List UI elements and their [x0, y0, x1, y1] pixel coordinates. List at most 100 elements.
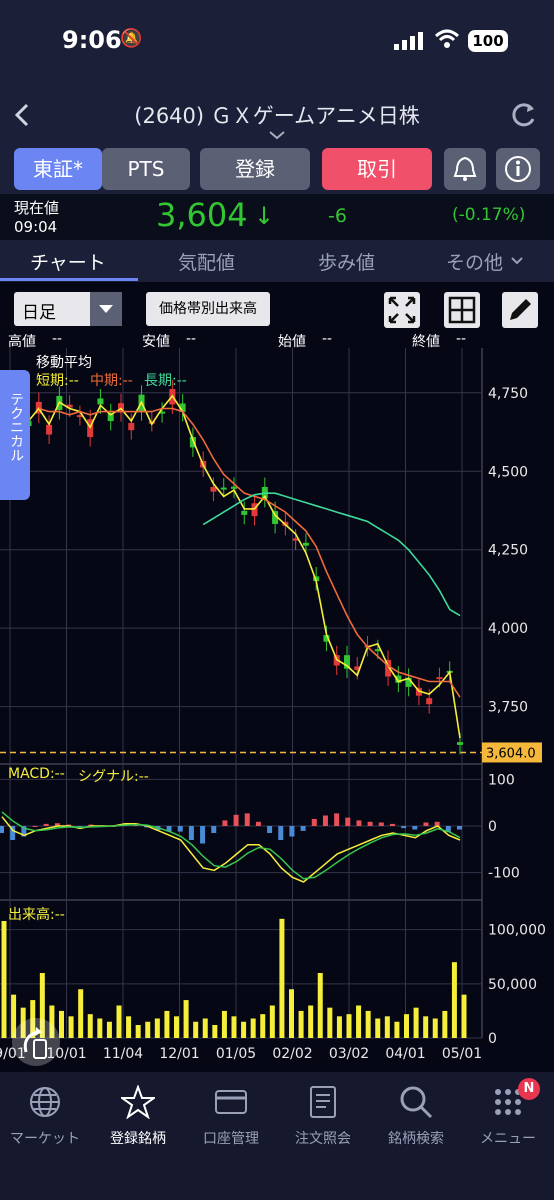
- search-icon[interactable]: [366, 1085, 466, 1127]
- pencil-icon: [510, 299, 531, 320]
- tab-quotes[interactable]: 気配値: [178, 248, 235, 275]
- volume-bar: [78, 989, 84, 1038]
- volume-bar: [356, 1005, 362, 1038]
- volume-bar: [451, 962, 457, 1038]
- tse-button[interactable]: 東証*: [14, 148, 102, 190]
- tab-trades[interactable]: 歩み値: [318, 248, 375, 275]
- macd-histogram-bar: [367, 821, 373, 826]
- x-tick-label: 05/01: [442, 1046, 482, 1062]
- macd-histogram-bar: [188, 826, 194, 840]
- ma-short-legend: 短期:--: [36, 373, 79, 389]
- rotate-button[interactable]: [12, 1018, 60, 1066]
- battery-indicator: 100: [468, 30, 508, 52]
- nav-market[interactable]: マーケット: [0, 1128, 95, 1148]
- price-change: -6: [328, 205, 347, 227]
- pts-button[interactable]: PTS: [102, 148, 190, 190]
- bell-icon: [453, 156, 477, 181]
- info-button[interactable]: [496, 148, 540, 190]
- macd-histogram-bar: [244, 813, 250, 826]
- volume-bar: [241, 1021, 247, 1038]
- macd-histogram-bar: [43, 823, 49, 826]
- tab-other[interactable]: その他: [446, 248, 503, 275]
- signal-icon: [394, 32, 423, 50]
- candle-body: [231, 486, 237, 489]
- nav-orders[interactable]: 注文照会: [273, 1128, 373, 1148]
- grid-layout-icon: [448, 296, 476, 324]
- macd-histogram-bar: [457, 826, 462, 830]
- candle-body: [220, 487, 227, 490]
- nav-search[interactable]: 銘柄検索: [366, 1128, 466, 1148]
- candle-body: [210, 486, 217, 492]
- volume-bar: [346, 1014, 352, 1038]
- volume-bar: [317, 973, 323, 1038]
- tab-chart-indicator: [0, 278, 138, 281]
- fullscreen-button[interactable]: [384, 292, 420, 328]
- layout-button[interactable]: [444, 292, 480, 328]
- macd-histogram-bar: [322, 815, 328, 826]
- x-tick-label: 03/02: [329, 1046, 369, 1062]
- candle-body: [302, 542, 309, 546]
- tab-chart[interactable]: チャート: [30, 248, 106, 275]
- status-time: 9:06: [62, 26, 122, 54]
- technical-side-tab[interactable]: テクニカル: [0, 370, 30, 500]
- x-tick-label: 11/04: [103, 1046, 143, 1062]
- volume-bar: [442, 1010, 448, 1038]
- chart-canvas[interactable]: 9/0110/0111/0412/0101/0502/0203/0204/010…: [0, 348, 554, 1072]
- x-tick-label: 12/01: [159, 1046, 199, 1062]
- volume-bar: [461, 994, 467, 1038]
- macd-histogram-bar: [267, 826, 273, 833]
- star-icon[interactable]: [88, 1084, 188, 1127]
- macd-histogram-bar: [401, 826, 407, 829]
- menu-badge: N: [518, 1078, 540, 1100]
- price-tick-label: 4,750: [488, 386, 528, 402]
- globe-icon[interactable]: [0, 1085, 95, 1127]
- alert-button[interactable]: [444, 148, 486, 190]
- macd-histogram-bar: [434, 821, 440, 826]
- high-value: --: [52, 331, 63, 347]
- macd-histogram-bar: [345, 817, 351, 826]
- draw-button[interactable]: [502, 292, 538, 328]
- macd-histogram-bar: [423, 822, 429, 826]
- volume-bar: [384, 1016, 390, 1038]
- volume-bar: [154, 1018, 160, 1038]
- volume-bar: [394, 1021, 400, 1038]
- volume-bar: [221, 1010, 227, 1038]
- volume-bar: [106, 1021, 112, 1038]
- period-select[interactable]: 日足: [14, 292, 122, 326]
- candle-body: [46, 424, 53, 435]
- nav-account[interactable]: 口座管理: [181, 1128, 281, 1148]
- volume-bar: [126, 1016, 132, 1038]
- refresh-icon[interactable]: [508, 100, 538, 130]
- volume-bar: [375, 1018, 381, 1038]
- open-value: --: [322, 331, 333, 347]
- trade-button[interactable]: 取引: [322, 148, 432, 190]
- macd-histogram-bar: [233, 814, 239, 826]
- candle-body: [128, 422, 135, 431]
- volume-bar: [279, 918, 285, 1038]
- volume-bar: [116, 1005, 122, 1038]
- info-icon: [505, 156, 531, 182]
- current-price: 3,604: [156, 196, 248, 234]
- volume-bar: [432, 1018, 438, 1038]
- ma-mid-legend: 中期:--: [90, 373, 133, 389]
- close-value: --: [456, 331, 467, 347]
- card-icon[interactable]: [181, 1085, 281, 1127]
- volume-bar: [423, 1016, 429, 1038]
- rotate-icon: [23, 1027, 47, 1059]
- volume-bar: [336, 1016, 342, 1038]
- x-tick-label: 02/02: [272, 1046, 312, 1062]
- current-price-label: 現在値: [14, 199, 60, 217]
- volume-bar: [97, 1018, 103, 1038]
- ma-short-line: [7, 394, 461, 739]
- volume-tick-label: 50,000: [488, 977, 537, 993]
- nav-menu[interactable]: メニュー: [458, 1128, 554, 1148]
- chevron-down-icon[interactable]: [268, 130, 286, 140]
- nav-watchlist[interactable]: 登録銘柄: [88, 1128, 188, 1148]
- down-arrow-icon: ↓: [254, 202, 275, 230]
- candle-body: [241, 510, 248, 515]
- price-tick-label: 3,750: [488, 700, 528, 716]
- volume-by-price-button[interactable]: 価格帯別出来高: [146, 292, 270, 326]
- register-button[interactable]: 登録: [200, 148, 310, 190]
- macd-histogram-bar: [389, 823, 395, 826]
- document-icon[interactable]: [273, 1085, 373, 1127]
